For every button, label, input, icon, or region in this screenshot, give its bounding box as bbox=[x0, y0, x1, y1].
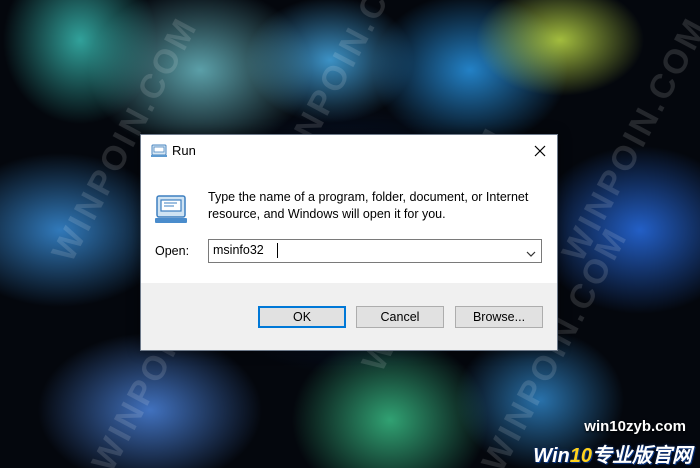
open-input[interactable]: msinfo32 bbox=[213, 243, 264, 257]
open-label: Open: bbox=[155, 244, 190, 258]
site-url: win10zyb.com bbox=[584, 418, 686, 435]
cancel-button[interactable]: Cancel bbox=[356, 306, 444, 328]
logo-number: 10 bbox=[569, 445, 592, 467]
dialog-description: Type the name of a program, folder, docu… bbox=[208, 190, 529, 221]
open-combobox[interactable]: msinfo32 bbox=[208, 239, 542, 263]
close-icon bbox=[534, 145, 546, 157]
logo-prefix: Win bbox=[533, 445, 570, 467]
run-icon bbox=[151, 144, 167, 157]
browse-button[interactable]: Browse... bbox=[455, 306, 543, 328]
text-caret bbox=[277, 243, 278, 258]
ok-button[interactable]: OK bbox=[258, 306, 346, 328]
dialog-title: Run bbox=[172, 143, 196, 158]
watermark-text: WINPOIN.COM bbox=[554, 10, 700, 268]
site-logo: Win10专业版官网 bbox=[533, 439, 692, 468]
logo-suffix: 专业版官网 bbox=[592, 445, 692, 467]
chevron-down-icon[interactable] bbox=[525, 246, 537, 257]
run-icon bbox=[155, 194, 187, 224]
title-bar[interactable]: Run bbox=[141, 135, 557, 167]
dialog-content: Type the name of a program, folder, docu… bbox=[141, 167, 557, 283]
run-dialog: Run Type the name of a program, folder, … bbox=[140, 134, 558, 351]
close-button[interactable] bbox=[523, 135, 557, 167]
